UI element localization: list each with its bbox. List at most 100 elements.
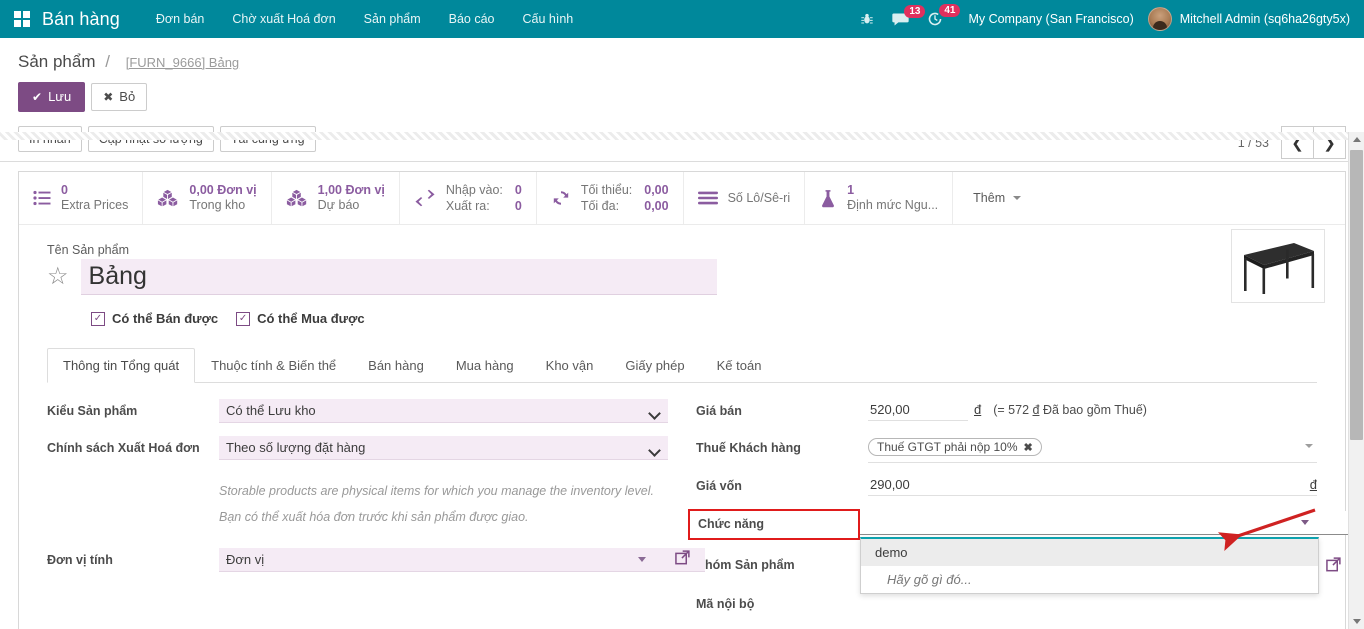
product-type-label: Kiểu Sản phẩm bbox=[47, 399, 219, 420]
feature-autocomplete-input[interactable] bbox=[860, 511, 1351, 535]
tab-thuoc-tinh-bien-the[interactable]: Thuộc tính & Biến thể bbox=[195, 348, 352, 383]
invoice-policy-select[interactable]: Theo số lượng đặt hàng bbox=[219, 436, 668, 460]
breadcrumb-root[interactable]: Sản phẩm bbox=[18, 52, 96, 71]
cost-input[interactable] bbox=[868, 474, 1304, 495]
invoice-policy-hint: Bạn có thể xuất hóa đơn trước khi sản ph… bbox=[219, 508, 668, 527]
grid-apps-icon[interactable] bbox=[14, 11, 30, 27]
update-quantity-button[interactable]: Cập nhật số lượng bbox=[88, 126, 214, 152]
field-row-feature: Chức năng demo Hãy gõ gì đó... bbox=[696, 511, 1317, 540]
dropdown-item-placeholder[interactable]: Hãy gõ gì đó... bbox=[861, 566, 1318, 593]
stat-text: 1 Định mức Ngu... bbox=[847, 183, 938, 213]
product-name-input[interactable] bbox=[81, 259, 717, 295]
tab-ke-toan[interactable]: Kế toán bbox=[701, 348, 778, 383]
tax-included-note: (= 572 đ Đã bao gồm Thuế) bbox=[993, 403, 1147, 417]
field-row-internal-reference: Mã nội bộ bbox=[696, 592, 1317, 618]
checkbox-can-be-purchased[interactable]: ✓ Có thể Mua được bbox=[236, 311, 365, 326]
stat-button-in-out[interactable]: Nhập vào: 0 Xuất ra: 0 bbox=[400, 172, 537, 224]
table-product-image bbox=[1236, 235, 1320, 297]
tab-kho-van[interactable]: Kho vận bbox=[530, 348, 610, 383]
external-link-icon[interactable] bbox=[675, 550, 690, 568]
external-link-icon[interactable] bbox=[1326, 557, 1341, 575]
cost-line: đ bbox=[868, 474, 1317, 496]
customer-tax-tags[interactable]: Thuế GTGT phải nộp 10% ✖ bbox=[868, 436, 1317, 463]
chevron-down-icon[interactable] bbox=[1301, 520, 1309, 525]
caret-down-icon bbox=[1013, 196, 1021, 200]
general-info-form: Kiểu Sản phẩm Có thể Lưu kho Chính sách … bbox=[19, 383, 1345, 629]
chevron-left-icon: ❮ bbox=[1291, 134, 1304, 152]
tab-mua-hang[interactable]: Mua hàng bbox=[440, 348, 530, 383]
pager-previous-button[interactable]: ❮ bbox=[1281, 126, 1314, 159]
stat-button-bom[interactable]: 1 Định mức Ngu... bbox=[805, 172, 953, 224]
product-category-label: Nhóm Sản phẩm bbox=[696, 553, 868, 574]
tax-tag-label: Thuế GTGT phải nộp 10% bbox=[877, 440, 1018, 454]
stat-value: 1 bbox=[847, 183, 938, 198]
feature-autocomplete-dropdown: demo Hãy gõ gì đó... bbox=[860, 537, 1319, 594]
menu-item-don-ban[interactable]: Đơn bán bbox=[142, 0, 219, 38]
chevron-down-icon[interactable] bbox=[638, 557, 646, 562]
tag-remove-icon[interactable]: ✖ bbox=[1024, 441, 1033, 454]
stat-label: Số Lô/Sê-ri bbox=[728, 191, 791, 206]
breadcrumb: Sản phẩm / [FURN_9666] Bảng bbox=[18, 38, 1346, 72]
bug-icon[interactable] bbox=[860, 12, 874, 26]
stat-text: 0,00 Đơn vị Trong kho bbox=[189, 183, 256, 213]
scroll-down-arrow-icon[interactable] bbox=[1349, 614, 1364, 629]
list-icon bbox=[33, 190, 51, 206]
pager-next-button[interactable]: ❯ bbox=[1314, 126, 1346, 159]
dropdown-item-demo[interactable]: demo bbox=[861, 539, 1318, 566]
checkbox-can-be-sold[interactable]: ✓ Có thể Bán được bbox=[91, 311, 218, 326]
checkbox-box: ✓ bbox=[236, 312, 250, 326]
stat-button-on-hand[interactable]: 0,00 Đơn vị Trong kho bbox=[143, 172, 271, 224]
hint-block: Storable products are physical items for… bbox=[219, 482, 668, 529]
scroll-up-arrow-icon[interactable] bbox=[1349, 132, 1364, 147]
stat-button-min-max[interactable]: Tối thiểu: 0,00 Tối đa: 0,00 bbox=[537, 172, 684, 224]
chat-bubble-icon[interactable]: 13 bbox=[892, 12, 909, 27]
stat-out-label: Xuất ra: bbox=[446, 199, 503, 214]
sale-price-line: đ (= 572 đ Đã bao gồm Thuế) bbox=[868, 399, 1317, 421]
stat-label: Dự báo bbox=[318, 198, 385, 213]
stat-button-forecasted[interactable]: 1,00 Đơn vị Dự báo bbox=[272, 172, 400, 224]
pager-count: 1 / 53 bbox=[1238, 136, 1269, 150]
stat-out-value: 0 bbox=[515, 199, 522, 214]
print-label-button[interactable]: In nhãn bbox=[18, 126, 82, 152]
clock-icon[interactable]: 41 bbox=[927, 11, 943, 27]
cubes-icon bbox=[286, 189, 308, 207]
top-navigation-bar: Bán hàng Đơn bán Chờ xuất Hoá đơn Sản ph… bbox=[0, 0, 1364, 38]
product-type-hint: Storable products are physical items for… bbox=[219, 482, 668, 501]
menu-item-cho-xuat-hoa-don[interactable]: Chờ xuất Hoá đơn bbox=[218, 0, 349, 38]
tab-thong-tin-tong-quat[interactable]: Thông tin Tổng quát bbox=[47, 348, 195, 383]
vertical-scrollbar[interactable] bbox=[1348, 132, 1364, 629]
replenish-button[interactable]: Tái cung ứng bbox=[220, 126, 316, 152]
scrollbar-thumb[interactable] bbox=[1350, 150, 1363, 440]
caret-down-icon[interactable] bbox=[1305, 444, 1313, 448]
product-image[interactable] bbox=[1231, 229, 1325, 303]
tab-ban-hang[interactable]: Bán hàng bbox=[352, 348, 440, 383]
star-outline-icon[interactable]: ☆ bbox=[47, 265, 69, 289]
stat-min-label: Tối thiểu: bbox=[581, 183, 632, 198]
app-brand-title[interactable]: Bán hàng bbox=[42, 9, 120, 30]
cubes-icon bbox=[157, 189, 179, 207]
sale-price-input[interactable] bbox=[868, 399, 968, 421]
field-row-product-type: Kiểu Sản phẩm Có thể Lưu kho bbox=[47, 399, 668, 425]
feature-field: demo Hãy gõ gì đó... bbox=[860, 511, 1317, 535]
product-type-select[interactable]: Có thể Lưu kho bbox=[219, 399, 668, 423]
field-row-cost: Giá vốn đ bbox=[696, 474, 1317, 500]
user-menu[interactable]: Mitchell Admin (sq6ha26gty5x) bbox=[1148, 7, 1350, 31]
stat-button-lot-serial[interactable]: Số Lô/Sê-ri bbox=[684, 172, 806, 224]
product-name-field-label: Tên Sản phẩm bbox=[47, 243, 1317, 257]
stat-text: 1,00 Đơn vị Dự báo bbox=[318, 183, 385, 213]
stat-max-label: Tối đa: bbox=[581, 199, 632, 214]
record-action-buttons: ✔ Lưu ✖ Bỏ bbox=[18, 82, 1346, 112]
company-selector[interactable]: My Company (San Francisco) bbox=[968, 12, 1133, 26]
stat-button-extra-prices[interactable]: 0 Extra Prices bbox=[19, 172, 143, 224]
uom-input[interactable] bbox=[219, 548, 705, 572]
discard-button[interactable]: ✖ Bỏ bbox=[91, 83, 147, 111]
menu-item-bao-cao[interactable]: Báo cáo bbox=[435, 0, 509, 38]
save-button[interactable]: ✔ Lưu bbox=[18, 82, 85, 112]
tab-giay-phep[interactable]: Giấy phép bbox=[609, 348, 700, 383]
tax-tag[interactable]: Thuế GTGT phải nộp 10% ✖ bbox=[868, 438, 1042, 456]
stat-button-more[interactable]: Thêm bbox=[953, 172, 1041, 224]
menu-item-cau-hinh[interactable]: Cấu hình bbox=[509, 0, 588, 38]
check-icon: ✔ bbox=[32, 89, 42, 105]
stat-text: Tối thiểu: 0,00 Tối đa: 0,00 bbox=[581, 183, 669, 214]
menu-item-san-pham[interactable]: Sản phẩm bbox=[350, 0, 435, 38]
